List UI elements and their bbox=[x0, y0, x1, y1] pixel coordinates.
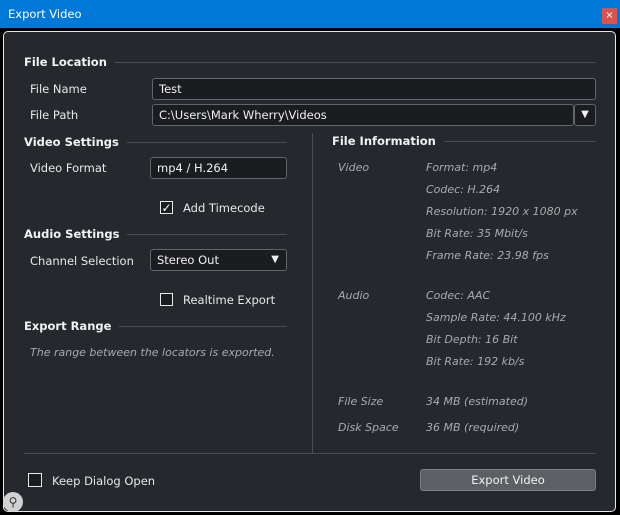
section-audio-settings: Audio Settings bbox=[24, 227, 287, 241]
channel-selection-dropdown[interactable]: Stereo Out ▼ bbox=[150, 249, 287, 271]
video-info-label: Video bbox=[338, 161, 370, 174]
video-info-framerate: Frame Rate: 23.98 fps bbox=[426, 249, 549, 262]
divider bbox=[443, 140, 596, 142]
disk-space-value: 36 MB (required) bbox=[426, 421, 520, 434]
add-timecode-label: Add Timecode bbox=[183, 201, 265, 215]
file-name-input[interactable]: Test bbox=[152, 78, 596, 100]
channel-selection-label: Channel Selection bbox=[30, 254, 134, 268]
window-title: Export Video bbox=[8, 7, 82, 21]
section-file-location: File Location bbox=[24, 55, 596, 69]
add-timecode-checkbox[interactable]: ✓ bbox=[160, 201, 173, 214]
section-file-information: File Information bbox=[332, 134, 596, 148]
realtime-export-checkbox[interactable] bbox=[160, 293, 173, 306]
footer-divider bbox=[24, 453, 596, 454]
disk-space-label: Disk Space bbox=[338, 421, 399, 434]
file-path-label: File Path bbox=[30, 108, 79, 122]
audio-info-bitdepth: Bit Depth: 16 Bit bbox=[426, 333, 518, 346]
section-heading: Audio Settings bbox=[24, 227, 120, 241]
divider bbox=[119, 325, 287, 327]
column-divider bbox=[312, 133, 313, 453]
close-icon[interactable]: × bbox=[602, 8, 617, 24]
export-range-description: The range between the locators is export… bbox=[30, 346, 275, 359]
section-export-range: Export Range bbox=[24, 319, 287, 333]
audio-info-samplerate: Sample Rate: 44.100 kHz bbox=[426, 311, 566, 324]
section-heading: File Information bbox=[332, 134, 436, 148]
file-name-label: File Name bbox=[30, 82, 87, 96]
magnifier-icon: ⚲ bbox=[3, 492, 23, 512]
section-heading: Export Range bbox=[24, 319, 112, 333]
file-size-value: 34 MB (estimated) bbox=[426, 395, 528, 408]
section-heading: File Location bbox=[24, 55, 107, 69]
video-info-bitrate: Bit Rate: 35 Mbit/s bbox=[426, 227, 528, 240]
realtime-export-label: Realtime Export bbox=[183, 293, 276, 307]
dropdown-arrow-icon: ▼ bbox=[581, 109, 589, 120]
keep-dialog-open-checkbox[interactable] bbox=[28, 473, 42, 487]
audio-info-label: Audio bbox=[338, 289, 370, 302]
export-video-button[interactable]: Export Video bbox=[420, 469, 596, 491]
file-path-input[interactable]: C:\Users\Mark Wherry\Videos bbox=[152, 104, 574, 126]
title-bar: Export Video × bbox=[0, 0, 620, 28]
dropdown-arrow-icon: ▼ bbox=[271, 254, 279, 265]
video-info-codec: Codec: H.264 bbox=[426, 183, 501, 196]
file-size-label: File Size bbox=[338, 395, 384, 408]
checkmark-icon: ✓ bbox=[161, 201, 172, 215]
audio-info-bitrate: Bit Rate: 192 kb/s bbox=[426, 355, 525, 368]
video-format-label: Video Format bbox=[30, 161, 107, 175]
divider bbox=[126, 141, 287, 143]
divider bbox=[127, 233, 287, 235]
section-video-settings: Video Settings bbox=[24, 135, 287, 149]
keep-dialog-open-label: Keep Dialog Open bbox=[52, 474, 156, 488]
video-format-field[interactable]: mp4 / H.264 bbox=[150, 157, 287, 179]
audio-info-codec: Codec: AAC bbox=[426, 289, 491, 302]
section-heading: Video Settings bbox=[24, 135, 119, 149]
divider bbox=[114, 61, 596, 63]
channel-selection-value: Stereo Out bbox=[157, 253, 219, 267]
file-path-dropdown-button[interactable]: ▼ bbox=[574, 104, 596, 126]
video-info-format: Format: mp4 bbox=[426, 161, 498, 174]
video-info-resolution: Resolution: 1920 x 1080 px bbox=[426, 205, 578, 218]
